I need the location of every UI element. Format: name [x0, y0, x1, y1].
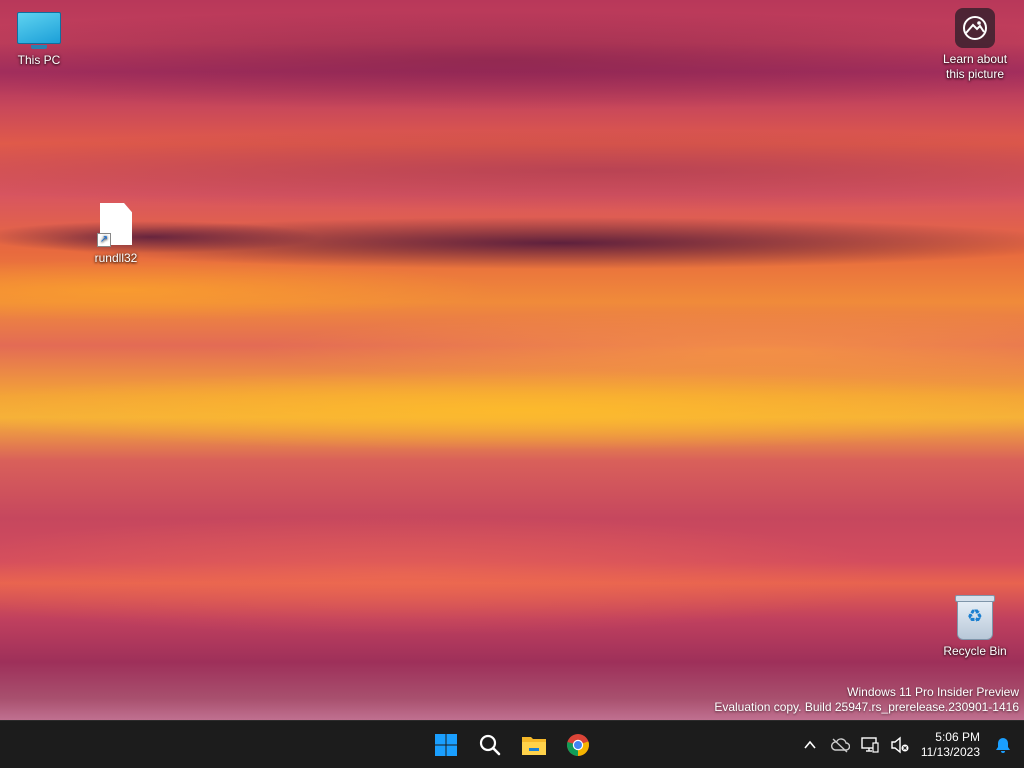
- search-icon: [479, 734, 501, 756]
- learn-about-picture-button[interactable]: Learn about this picture: [934, 8, 1016, 82]
- os-watermark: Windows 11 Pro Insider Preview Evaluatio…: [714, 685, 1019, 715]
- cloud-offline-icon: [830, 738, 850, 753]
- watermark-edition: Windows 11 Pro Insider Preview: [847, 685, 1019, 699]
- search-button[interactable]: [468, 725, 512, 765]
- onedrive-button[interactable]: [825, 725, 855, 765]
- chrome-icon: [567, 734, 589, 756]
- camera-info-icon: [955, 8, 995, 48]
- watermark-build: Evaluation copy. Build 25947.rs_prerelea…: [714, 700, 1019, 714]
- bell-icon: [996, 738, 1010, 753]
- taskbar-pinned-apps: [424, 721, 600, 769]
- network-button[interactable]: [855, 725, 885, 765]
- clock-time: 5:06 PM: [935, 730, 980, 744]
- clock-button[interactable]: 5:06 PM 11/13/2023: [915, 730, 988, 760]
- folder-icon: [522, 737, 546, 755]
- desktop-icon-label: Recycle Bin: [943, 644, 1007, 658]
- desktop-icon-rundll32[interactable]: ↗ rundll32: [84, 203, 148, 266]
- windows-logo-icon: [435, 734, 457, 756]
- chrome-button[interactable]: [556, 725, 600, 765]
- chevron-up-icon: [804, 740, 816, 749]
- file-shortcut-icon: ↗: [97, 203, 135, 247]
- learn-label-line2: this picture: [945, 67, 1005, 81]
- show-hidden-icons-button[interactable]: [795, 725, 825, 765]
- notifications-button[interactable]: [988, 725, 1018, 765]
- file-explorer-button[interactable]: [512, 725, 556, 765]
- desktop-icon-label: This PC: [17, 53, 61, 67]
- system-tray: 5:06 PM 11/13/2023: [795, 721, 1024, 769]
- shortcut-arrow-icon: ↗: [97, 233, 111, 247]
- desktop-background[interactable]: This PC ↗ rundll32 Learn about this pict…: [0, 0, 1024, 720]
- volume-muted-icon: [891, 736, 909, 754]
- learn-label-line1: Learn about: [942, 52, 1008, 66]
- desktop-icon-recycle-bin[interactable]: ♻ Recycle Bin: [938, 595, 1012, 659]
- volume-button[interactable]: [885, 725, 915, 765]
- recycle-bin-icon: ♻: [955, 595, 995, 640]
- clock-date: 11/13/2023: [920, 745, 980, 759]
- desktop-icon-label: rundll32: [94, 251, 138, 265]
- desktop-icon-this-pc[interactable]: This PC: [8, 8, 70, 68]
- taskbar: 5:06 PM 11/13/2023: [0, 720, 1024, 768]
- network-icon: [861, 737, 879, 753]
- start-button[interactable]: [424, 725, 468, 765]
- monitor-icon: [17, 8, 61, 49]
